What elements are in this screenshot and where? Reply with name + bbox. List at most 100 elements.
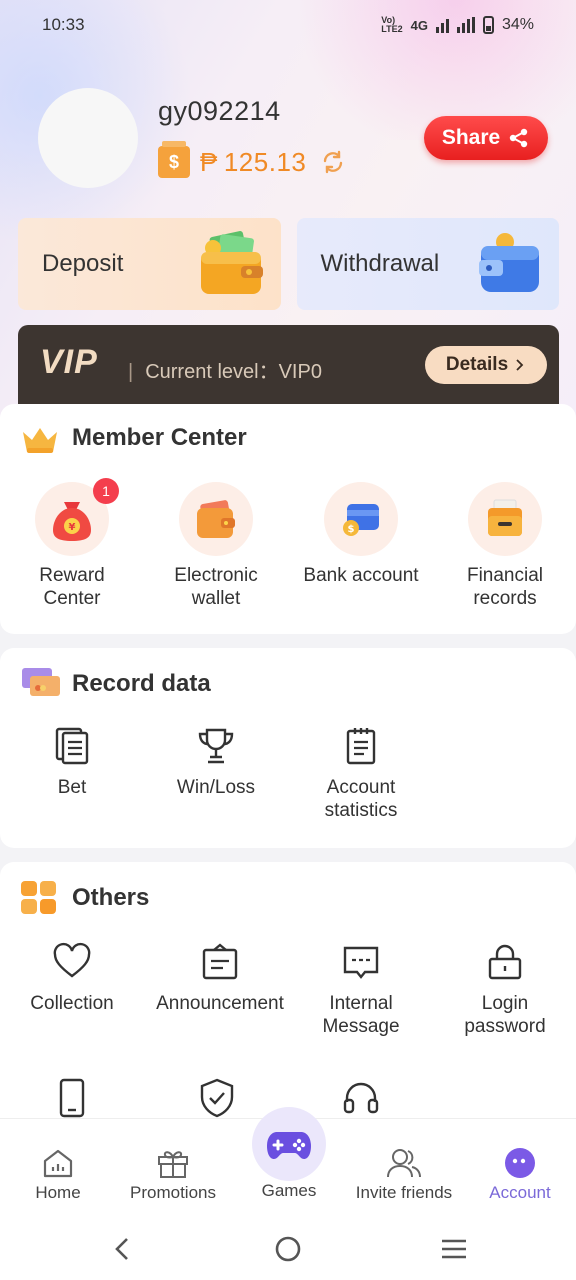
reward-center-icon-wrap: ¥ 1 — [35, 478, 119, 556]
volte-indicator: Vo) LTE2 — [381, 15, 403, 34]
avatar[interactable] — [38, 88, 138, 188]
balance-currency: ₱ — [200, 146, 218, 177]
clipboard-icon — [346, 728, 376, 765]
reward-center-label-2: Center — [43, 588, 101, 609]
details-label: Details — [445, 354, 509, 375]
trophy-icon — [198, 728, 234, 764]
documents-icon — [55, 727, 89, 765]
folder-icon — [488, 499, 522, 536]
internal-message-label-1: Internal — [329, 993, 393, 1014]
gamepad-icon — [267, 1132, 311, 1159]
internal-message-label-2: Message — [322, 1016, 400, 1037]
phone-icon[interactable] — [52, 1078, 92, 1118]
announcement-label: Announcement — [156, 993, 284, 1014]
nav-home[interactable]: Home — [0, 1147, 118, 1203]
bank-account-label: Bank account — [303, 565, 419, 586]
vip-separator: | — [128, 361, 134, 383]
vip-banner: VIP | Current level：VIP0 Details — [18, 325, 559, 405]
home-icon — [43, 1149, 73, 1178]
withdrawal-button[interactable]: Withdrawal — [296, 218, 559, 310]
financial-records-button[interactable]: Financial records — [435, 482, 575, 610]
withdrawal-label: Withdrawal — [320, 250, 440, 277]
bet-record-button[interactable]: Bet — [2, 726, 142, 799]
collection-button[interactable]: Collection — [2, 942, 142, 1015]
refresh-icon[interactable] — [320, 149, 346, 175]
share-button[interactable]: Share — [424, 116, 548, 160]
vip-details-button[interactable]: Details — [425, 346, 547, 384]
back-icon[interactable] — [110, 1236, 136, 1262]
nav-promotions-label: Promotions — [130, 1183, 216, 1202]
electronic-wallet-label-2: wallet — [191, 588, 241, 609]
withdrawal-wallet-icon — [479, 233, 539, 292]
balance-amount: 125.13 — [223, 146, 307, 177]
shield-check-icon[interactable] — [197, 1078, 237, 1118]
chevron-right-icon — [516, 359, 524, 371]
system-navigation-bar — [0, 1218, 576, 1280]
friends-icon — [387, 1149, 421, 1178]
vip-level-text: Current level：VIP0 — [145, 361, 322, 383]
deposit-button[interactable]: Deposit — [18, 218, 281, 310]
announcement-button[interactable]: Announcement — [146, 942, 294, 1015]
reward-center-button[interactable]: ¥ 1 Reward Center — [2, 478, 142, 610]
record-data-title: Record data — [72, 670, 211, 697]
nav-games-label[interactable]: Games — [229, 1181, 349, 1201]
financial-records-label-2: records — [473, 588, 537, 609]
nav-promotions[interactable]: Promotions — [113, 1147, 233, 1203]
bank-card-icon: $ — [343, 504, 379, 536]
electronic-wallet-icon-wrap — [179, 482, 253, 556]
svg-text:¥: ¥ — [69, 522, 76, 533]
share-icon — [509, 128, 528, 148]
bottom-navigation: Home Promotions Games Invite friends Acc… — [0, 1107, 576, 1218]
lock-icon — [488, 944, 522, 980]
nav-invite-friends[interactable]: Invite friends — [344, 1147, 464, 1203]
electronic-wallet-button[interactable]: Electronic wallet — [146, 482, 286, 610]
internal-message-button[interactable]: Internal Message — [291, 942, 431, 1038]
battery-icon — [482, 16, 494, 34]
cards-icon — [22, 668, 60, 696]
home-circle-icon[interactable] — [274, 1235, 302, 1263]
nav-account-label: Account — [489, 1183, 551, 1202]
account-icon — [505, 1148, 535, 1178]
deposit-wallet-icon — [200, 231, 263, 294]
account-statistics-label-2: statistics — [324, 800, 398, 821]
record-data-section: Record data Bet Win/Loss Account statist… — [0, 648, 576, 848]
nav-invite-friends-label: Invite friends — [355, 1183, 453, 1202]
login-password-label-2: password — [464, 1016, 546, 1037]
login-password-button[interactable]: Login password — [435, 942, 575, 1038]
vip-logo: VIP — [40, 343, 98, 381]
member-center-section: Member Center ¥ 1 Reward Center Electron… — [0, 404, 576, 634]
battery-level: 34% — [501, 16, 534, 33]
nav-games-button[interactable] — [252, 1107, 326, 1181]
reward-center-badge: 1 — [93, 478, 119, 504]
win-loss-label: Win/Loss — [176, 777, 256, 798]
nav-account[interactable]: Account — [460, 1147, 576, 1203]
account-statistics-button[interactable]: Account statistics — [291, 726, 431, 822]
heart-icon — [53, 942, 91, 978]
collection-label: Collection — [30, 993, 114, 1014]
recents-menu-icon[interactable] — [440, 1237, 468, 1261]
wallet-icon — [197, 500, 235, 538]
status-icons: Vo) LTE2 4G 34% — [381, 16, 534, 34]
bank-account-icon-wrap: $ — [324, 482, 398, 556]
announcement-icon — [202, 943, 238, 980]
username: gy092214 — [158, 96, 281, 126]
others-title: Others — [72, 884, 150, 911]
svg-text:$: $ — [348, 524, 355, 535]
deposit-label: Deposit — [42, 250, 124, 277]
win-loss-button[interactable]: Win/Loss — [146, 726, 286, 799]
gift-icon — [158, 1151, 188, 1178]
money-bag-icon: ¥ — [53, 502, 91, 541]
electronic-wallet-label-1: Electronic — [174, 565, 258, 586]
message-icon — [343, 946, 379, 979]
balance-row: $ ₱ 125.13 — [158, 141, 346, 178]
bank-account-button[interactable]: $ Bank account — [291, 482, 431, 587]
signal-2-icon — [456, 17, 475, 33]
reward-center-label-1: Reward — [39, 565, 105, 586]
vip-current-level: | Current level：VIP0 — [128, 355, 322, 384]
financial-records-icon-wrap — [468, 482, 542, 556]
headset-icon[interactable] — [341, 1078, 381, 1118]
profile-header: gy092214 $ ₱ 125.13 Share — [0, 80, 576, 210]
bet-label: Bet — [57, 777, 87, 798]
share-label: Share — [441, 126, 501, 149]
crown-icon — [23, 428, 57, 453]
